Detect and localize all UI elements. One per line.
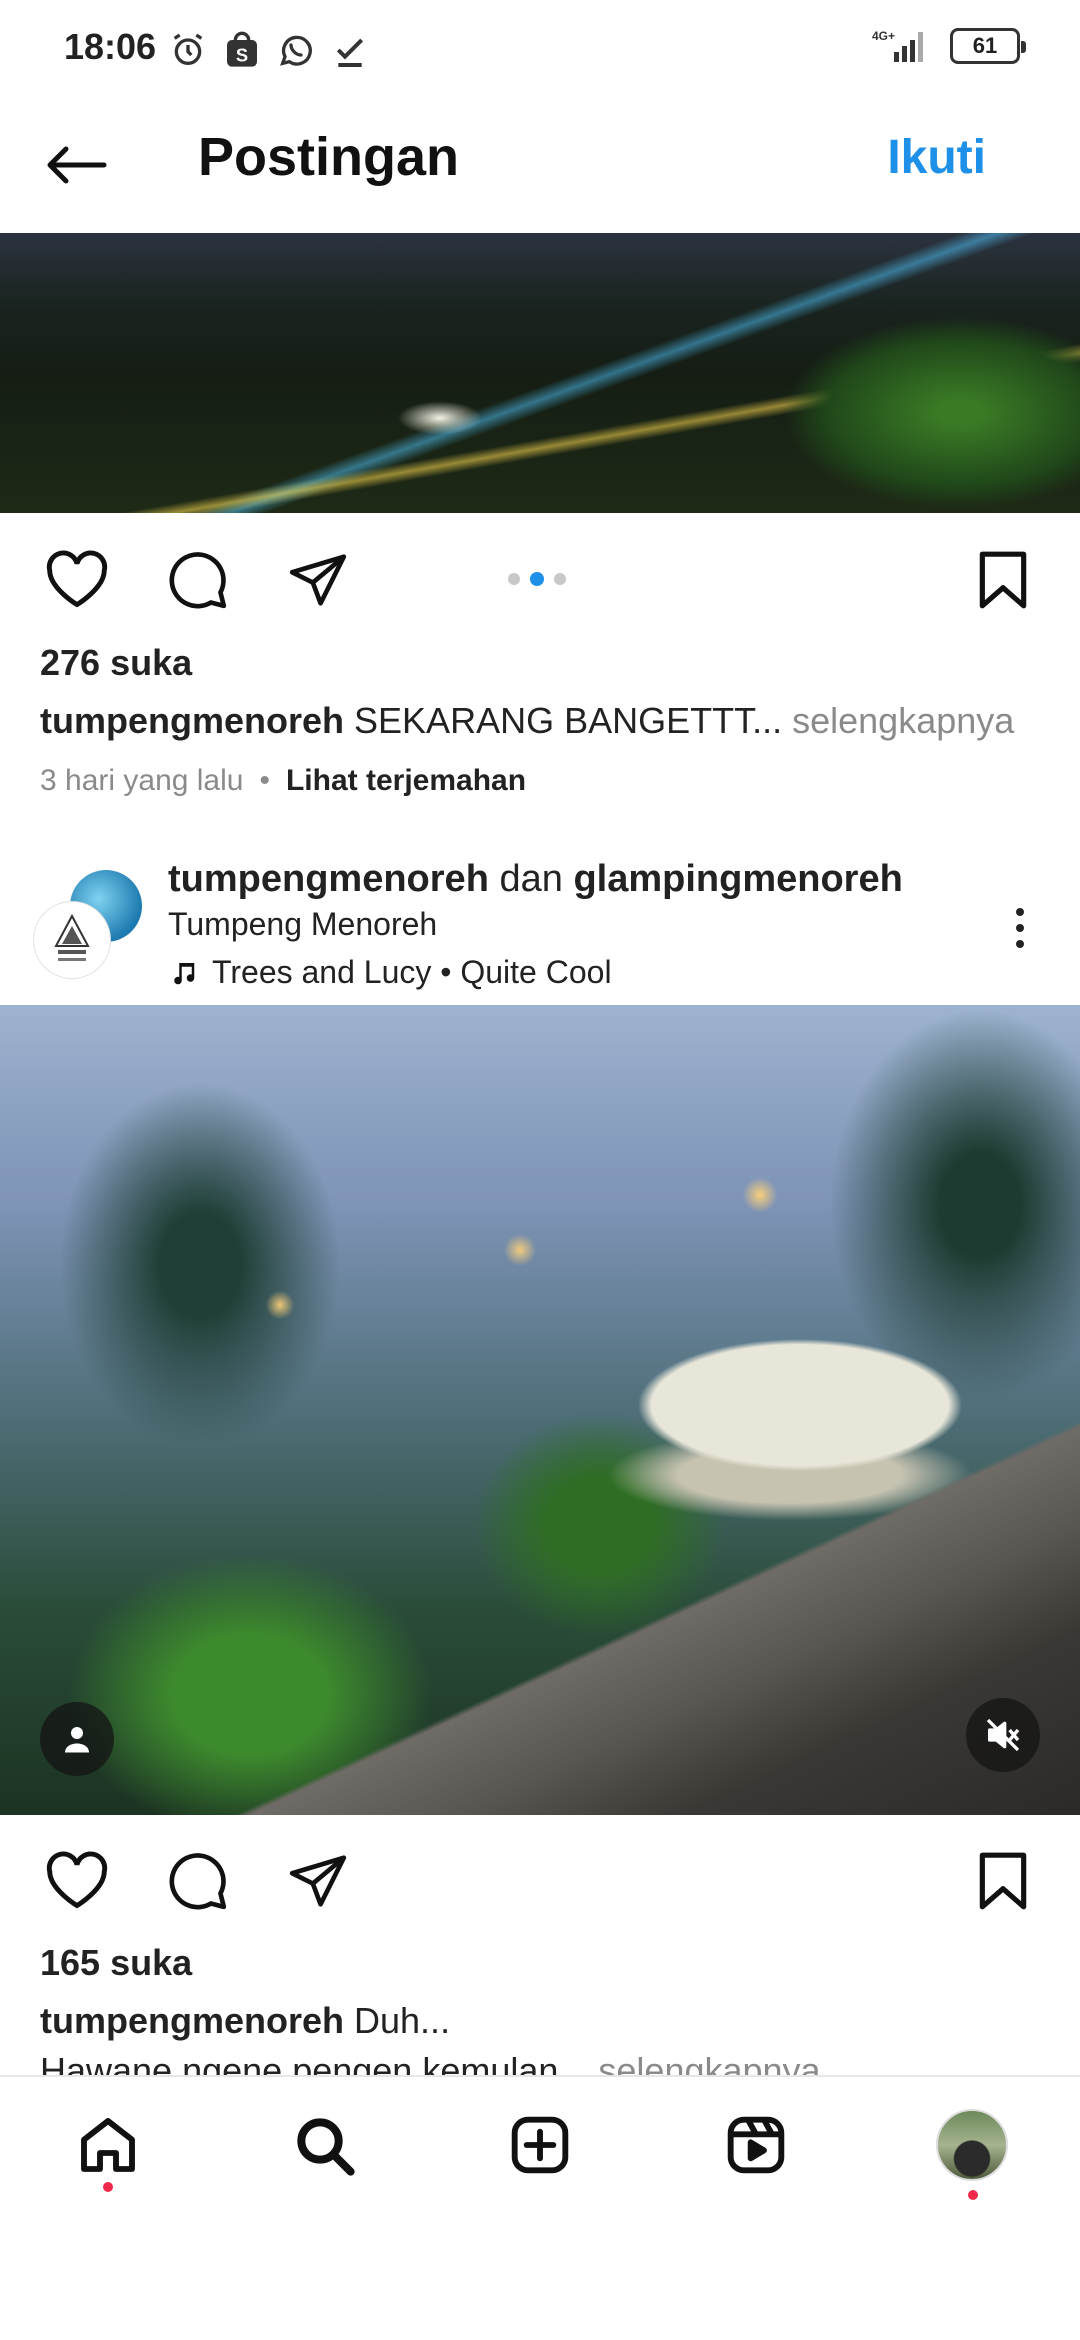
comment-icon xyxy=(169,552,227,609)
home-icon xyxy=(81,2118,135,2172)
nav-reels-button[interactable] xyxy=(718,2107,794,2183)
svg-text:S: S xyxy=(236,45,248,66)
follow-button[interactable]: Ikuti xyxy=(887,130,986,185)
heart-icon xyxy=(46,550,108,608)
caption-text: Duh... xyxy=(344,2000,451,2041)
music-title: Trees and Lucy • Quite Cool xyxy=(212,954,612,990)
search-icon xyxy=(297,2118,355,2176)
more-dot xyxy=(1016,924,1024,932)
caption-more-link[interactable]: selengkapnya xyxy=(782,700,1014,741)
carousel-dot xyxy=(554,573,566,585)
mute-button[interactable] xyxy=(966,1698,1040,1772)
nav-search-button[interactable] xyxy=(286,2107,362,2183)
post2-actions xyxy=(0,1816,1080,1936)
status-bar: 18:06 S 4G+ 61 xyxy=(0,0,1080,100)
status-system-icons: 4G+ 61 xyxy=(872,28,1026,64)
send-icon xyxy=(289,1855,347,1907)
caption-username[interactable]: tumpengmenoreh xyxy=(40,700,344,741)
comment-button[interactable] xyxy=(163,1846,233,1916)
tumpeng-logo-icon xyxy=(54,913,90,961)
tagged-users-button[interactable] xyxy=(40,1702,114,1776)
author-secondary[interactable]: glampingmenoreh xyxy=(573,858,902,900)
music-note-icon xyxy=(174,962,195,984)
like-count[interactable]: 165 suka xyxy=(40,1942,192,1984)
top-bar: Postingan Ikuti xyxy=(0,100,1080,230)
check-icon xyxy=(336,38,364,67)
back-button[interactable] xyxy=(36,130,116,200)
arrow-left-icon xyxy=(47,146,107,184)
status-time: 18:06 xyxy=(64,26,157,67)
comment-button[interactable] xyxy=(163,545,233,615)
caption-text: SEKARANG BANGETTT... xyxy=(344,700,783,741)
save-button[interactable] xyxy=(968,545,1038,615)
nav-home-button[interactable] xyxy=(70,2107,146,2183)
caption-text-line2: Hawane ngene pengen kemulan... xyxy=(40,2050,589,2078)
post-caption[interactable]: tumpengmenoreh Duh... xyxy=(40,2000,1050,2042)
alarm-icon xyxy=(173,33,203,65)
like-button[interactable] xyxy=(42,1846,112,1916)
post2-header: tumpengmenoreh dan glampingmenoreh Tumpe… xyxy=(0,850,1080,1000)
battery-icon: 61 xyxy=(950,28,1026,64)
translate-link[interactable]: Lihat terjemahan xyxy=(286,764,526,798)
bottom-navigation xyxy=(0,2075,1080,2195)
like-button[interactable] xyxy=(42,545,112,615)
post-location[interactable]: Tumpeng Menoreh xyxy=(168,906,437,943)
caption-more-link[interactable]: selengkapnya xyxy=(588,2050,820,2078)
post-meta: 3 hari yang lalu • Lihat terjemahan xyxy=(40,764,526,798)
heart-icon xyxy=(46,1851,108,1909)
status-notification-icons: S xyxy=(168,30,370,70)
more-dot xyxy=(1016,908,1024,916)
carousel-indicator xyxy=(508,572,566,586)
profile-avatar xyxy=(936,2109,1008,2181)
svg-text:4G+: 4G+ xyxy=(872,29,895,43)
post1-actions xyxy=(0,515,1080,635)
caption-username[interactable]: tumpengmenoreh xyxy=(40,2000,344,2041)
nav-profile-button[interactable] xyxy=(934,2107,1010,2183)
bookmark-icon xyxy=(979,1852,1027,1910)
more-options-button[interactable] xyxy=(1000,898,1040,958)
collab-avatar[interactable] xyxy=(34,870,144,980)
avatar-tumpengmenoreh xyxy=(34,902,110,978)
save-button[interactable] xyxy=(968,1846,1038,1916)
author-primary[interactable]: tumpengmenoreh xyxy=(168,858,489,900)
share-button[interactable] xyxy=(283,1846,353,1916)
bookmark-icon xyxy=(979,551,1027,609)
post-authors[interactable]: tumpengmenoreh dan glampingmenoreh xyxy=(168,858,903,901)
carousel-dot-active xyxy=(530,572,544,586)
whatsapp-icon xyxy=(280,35,312,66)
share-button[interactable] xyxy=(283,545,353,615)
signal-icon: 4G+ xyxy=(872,29,923,62)
nav-create-button[interactable] xyxy=(502,2107,578,2183)
reels-icon xyxy=(727,2116,785,2174)
more-dot xyxy=(1016,940,1024,948)
post-caption-line2[interactable]: Hawane ngene pengen kemulan... selengkap… xyxy=(40,2050,821,2078)
post-caption[interactable]: tumpengmenoreh SEKARANG BANGETTT... sele… xyxy=(40,700,1050,742)
comment-icon xyxy=(169,1853,227,1910)
post-time: 3 hari yang lalu xyxy=(40,764,244,797)
profile-notification-dot xyxy=(968,2190,978,2200)
post-image-night-view[interactable] xyxy=(0,233,1080,513)
post-image-glamping-tent[interactable] xyxy=(0,1005,1080,1815)
person-icon xyxy=(65,1727,89,1753)
add-post-icon xyxy=(511,2116,569,2174)
author-joiner: dan xyxy=(488,858,574,900)
speaker-muted-icon xyxy=(986,1718,1020,1752)
like-count[interactable]: 276 suka xyxy=(40,642,192,684)
meta-separator: • xyxy=(259,764,270,797)
shop-icon: S xyxy=(227,31,257,67)
send-icon xyxy=(289,554,347,606)
post-music[interactable]: Trees and Lucy • Quite Cool xyxy=(168,954,612,991)
home-notification-dot xyxy=(103,2182,113,2192)
carousel-dot xyxy=(508,573,520,585)
battery-level: 61 xyxy=(972,33,998,58)
page-title: Postingan xyxy=(198,127,460,187)
